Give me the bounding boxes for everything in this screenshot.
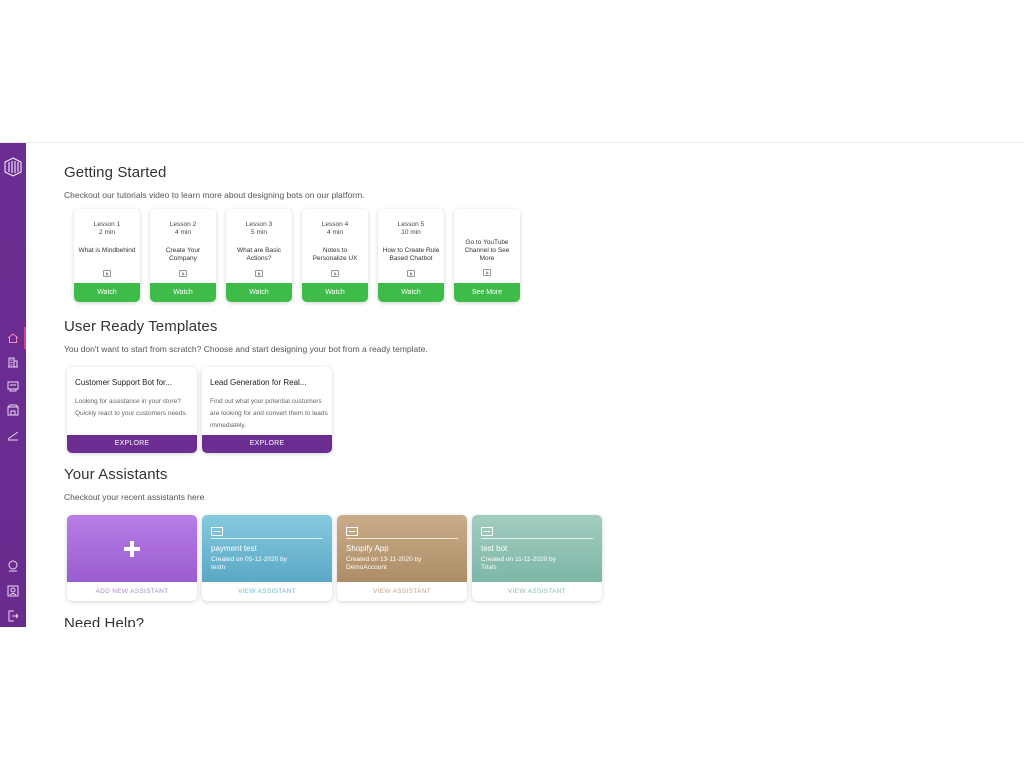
template-card[interactable]: Lead Generation for Real... Find out wha… [202,367,332,453]
video-icon [483,269,491,276]
assistant-created: Created on 11-11-2020 by [481,556,556,563]
assistant-card[interactable]: test bot Created on 11-11-2020 by Trials… [472,515,602,601]
store-icon[interactable] [6,403,20,417]
plus-icon [124,541,140,557]
youtube-card-title: Go to YouTube Channel to See More [464,239,510,262]
assistant-meta: Created on 05-12-2020 by testn [211,556,323,572]
assistant-tile: Shopify App Created on 13-11-2020 by Dem… [337,515,467,582]
logout-icon[interactable] [6,609,20,623]
lesson-duration: 4 min [175,229,191,236]
explore-button[interactable]: EXPLORE [202,435,332,453]
main-content: Getting Started Checkout our tutorials v… [64,143,1004,627]
getting-started-title: Getting Started [64,164,167,181]
video-icon [103,270,111,277]
assistant-name: test bot [481,544,508,553]
view-assistant-link[interactable]: VIEW ASSISTANT [472,582,602,601]
assistant-divider [346,538,458,539]
watch-button[interactable]: Watch [74,283,140,302]
logo-icon[interactable] [4,157,22,177]
lesson-duration: 10 min [401,229,421,236]
getting-started-subtitle: Checkout our tutorials video to learn mo… [64,190,365,200]
assistant-meta: Created on 11-11-2020 by Trials [481,556,593,572]
lessons-row: Lesson 1 2 min What is Mindbehind Watch … [74,209,534,303]
app: Getting Started Checkout our tutorials v… [0,143,1024,627]
assistant-card[interactable]: Shopify App Created on 13-11-2020 by Dem… [337,515,467,601]
watch-button[interactable]: Watch [150,283,216,302]
assistant-created: Created on 05-12-2020 by [211,556,287,563]
lesson-number: Lesson 4 [321,221,349,228]
assistant-meta: Created on 13-11-2020 by DemoAccount [346,556,458,572]
youtube-card: Go to YouTube Channel to See More See Mo… [454,209,520,302]
assistant-tile: test bot Created on 11-11-2020 by Trials [472,515,602,582]
assistant-created: Created on 13-11-2020 by [346,556,422,563]
lesson-title: Create Your Company [165,247,201,262]
template-card[interactable]: Customer Support Bot for... Looking for … [67,367,197,453]
sidebar [0,143,26,627]
lesson-number: Lesson 5 [397,221,425,228]
lesson-card: Lesson 1 2 min What is Mindbehind Watch [74,209,140,302]
lesson-title: How to Create Rule Based Chatbot [382,247,440,262]
lesson-card: Lesson 3 5 min What are Basic Actions? W… [226,209,292,302]
assistants-title: Your Assistants [64,466,168,483]
lesson-title: Notes to Personalize UX [312,247,358,262]
video-icon [331,270,339,277]
template-description: Looking for assistance in your store? Qu… [75,398,188,417]
bot-icon [481,527,493,536]
assistant-card[interactable]: payment test Created on 05-12-2020 by te… [202,515,332,601]
assistant-owner: testn [211,564,226,571]
lesson-card: Lesson 2 4 min Create Your Company Watch [150,209,216,302]
assistant-owner: Trials [481,564,497,571]
bots-icon[interactable] [6,379,20,393]
assistants-subtitle: Checkout your recent assistants here [64,492,205,502]
video-icon [179,270,187,277]
view-assistant-link[interactable]: VIEW ASSISTANT [202,582,332,601]
add-assistant-card[interactable]: ADD NEW ASSISTANT [67,515,197,601]
explore-button[interactable]: EXPLORE [67,435,197,453]
template-title: Lead Generation for Real... [210,378,307,387]
assistant-divider [481,538,593,539]
lesson-card: Lesson 5 10 min How to Create Rule Based… [378,209,444,302]
assistant-divider [211,538,323,539]
lesson-number: Lesson 3 [245,221,273,228]
templates-title: User Ready Templates [64,318,218,335]
template-description: Find out what your potential customers a… [210,398,328,429]
watch-button[interactable]: Watch [378,283,444,302]
video-icon [407,270,415,277]
home-icon[interactable] [6,331,20,345]
assistant-name: payment test [211,544,257,553]
bot-icon [346,527,358,536]
lesson-number: Lesson 1 [93,221,121,228]
lesson-title: What is Mindbehind [78,247,136,254]
contact-icon[interactable] [6,584,20,598]
watch-button[interactable]: Watch [226,283,292,302]
lesson-number: Lesson 2 [169,221,197,228]
sidebar-active-indicator [24,327,26,349]
template-title: Customer Support Bot for... [75,378,172,387]
lesson-duration: 5 min [251,229,267,236]
watch-button[interactable]: Watch [302,283,368,302]
assistant-owner: DemoAccount [346,564,387,571]
see-more-button[interactable]: See More [454,283,520,302]
assistant-tile: payment test Created on 05-12-2020 by te… [202,515,332,582]
add-assistant-link[interactable]: ADD NEW ASSISTANT [67,582,197,601]
assistant-name: Shopify App [346,544,389,553]
lesson-duration: 4 min [327,229,343,236]
view-assistant-link[interactable]: VIEW ASSISTANT [337,582,467,601]
analytics-icon[interactable] [6,428,20,442]
lesson-title: What are Basic Actions? [236,247,282,262]
lesson-duration: 2 min [99,229,115,236]
need-help-title: Need Help? [64,615,145,627]
templates-subtitle: You don't want to start from scratch? Ch… [64,344,428,354]
add-assistant-tile[interactable] [67,515,197,582]
video-icon [255,270,263,277]
building-icon[interactable] [6,355,20,369]
help-icon[interactable] [6,559,20,573]
lesson-card: Lesson 4 4 min Notes to Personalize UX W… [302,209,368,302]
bot-icon [211,527,223,536]
